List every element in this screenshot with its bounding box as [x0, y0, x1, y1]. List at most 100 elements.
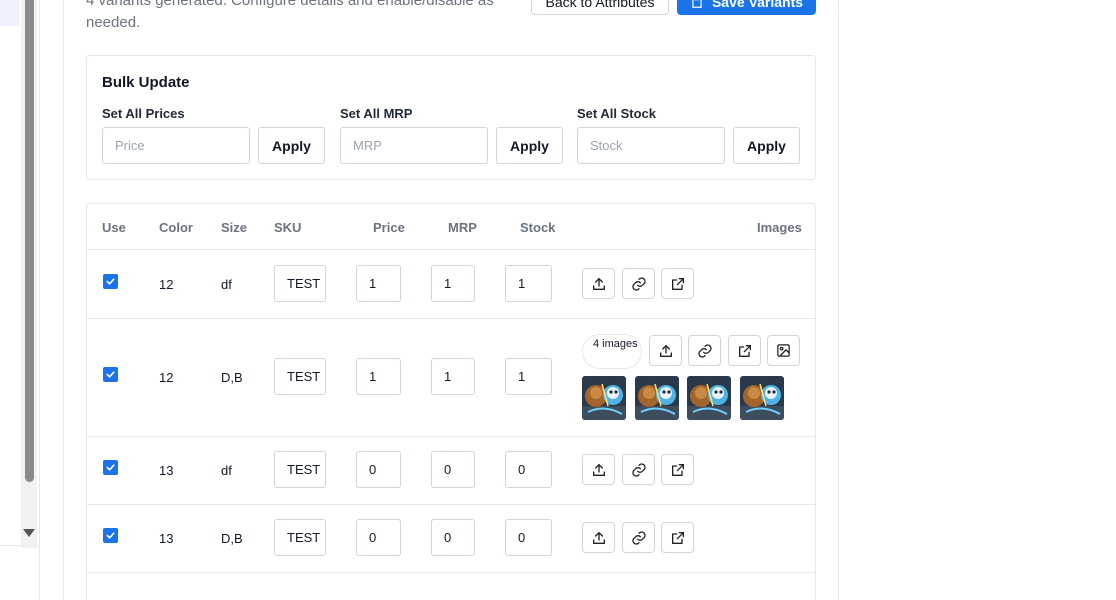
active-nav-item[interactable] — [0, 0, 20, 26]
scroll-down-arrow-icon[interactable] — [23, 529, 35, 537]
column-header-use: Use — [102, 220, 126, 235]
mrp-input[interactable]: 1 — [431, 265, 475, 302]
add-image-url-button[interactable] — [622, 268, 655, 299]
page-subtitle: 4 variants generated. Configure details … — [86, 0, 494, 31]
size-cell: df — [221, 277, 232, 292]
mrp-input[interactable]: 1 — [431, 358, 475, 395]
save-variants-label: Save Variants — [711, 0, 804, 10]
bulk-price-group: Set All Prices Apply — [102, 106, 325, 164]
bulk-stock-input[interactable] — [577, 127, 725, 164]
column-header-mrp: MRP — [448, 220, 477, 235]
row-divider — [87, 504, 815, 505]
column-header-price: Price — [373, 220, 405, 235]
apply-price-button[interactable]: Apply — [258, 127, 325, 164]
view-images-button[interactable] — [767, 335, 800, 366]
open-external-button[interactable] — [661, 268, 694, 299]
link-icon — [697, 343, 712, 358]
variant-image-thumbnail[interactable] — [740, 376, 784, 420]
size-cell: D,B — [221, 370, 243, 385]
upload-image-button[interactable] — [582, 522, 615, 553]
stock-input[interactable]: 0 — [505, 519, 552, 556]
sku-input[interactable]: TEST — [274, 451, 326, 488]
bulk-mrp-input[interactable] — [340, 127, 488, 164]
row-divider — [87, 318, 815, 319]
upload-image-button[interactable] — [649, 335, 682, 366]
link-icon — [631, 276, 646, 291]
price-input[interactable]: 0 — [356, 519, 401, 556]
column-header-stock: Stock — [520, 220, 556, 235]
add-image-url-button[interactable] — [688, 335, 721, 366]
price-input[interactable]: 0 — [356, 451, 401, 488]
column-header-size: Size — [221, 220, 248, 235]
save-icon — [692, 0, 702, 8]
mrp-input[interactable]: 0 — [431, 519, 475, 556]
table-header-divider — [87, 249, 815, 250]
sku-input[interactable]: TEST — [274, 358, 326, 395]
row-divider — [87, 436, 815, 437]
use-checkbox[interactable] — [103, 460, 118, 475]
color-cell: 13 — [159, 531, 174, 546]
add-image-url-button[interactable] — [622, 522, 655, 553]
column-header-sku: SKU — [274, 220, 302, 235]
stock-input[interactable]: 1 — [505, 358, 552, 395]
save-variants-button[interactable]: Save Variants — [677, 0, 816, 15]
bulk-stock-label: Set All Stock — [577, 106, 656, 121]
scrollbar-thumb[interactable] — [25, 0, 34, 482]
color-cell: 13 — [159, 463, 174, 478]
sku-input[interactable]: TEST — [274, 265, 326, 302]
checkmark-icon — [106, 532, 115, 539]
row-divider — [87, 572, 815, 573]
size-cell: df — [221, 463, 232, 478]
mrp-input[interactable]: 0 — [431, 451, 475, 488]
bulk-mrp-label: Set All MRP — [340, 106, 413, 121]
upload-image-button[interactable] — [582, 454, 615, 485]
back-to-attributes-button[interactable]: Back to Attributes — [531, 0, 669, 15]
add-image-url-button[interactable] — [622, 454, 655, 485]
open-external-button[interactable] — [661, 454, 694, 485]
link-icon — [631, 462, 646, 477]
open-external-button[interactable] — [661, 522, 694, 553]
apply-mrp-button[interactable]: Apply — [496, 127, 563, 164]
bulk-mrp-group: Set All MRP Apply — [340, 106, 563, 164]
column-header-images: Images — [757, 220, 802, 235]
stock-input[interactable]: 0 — [505, 451, 552, 488]
size-cell: D,B — [221, 531, 243, 546]
upload-icon — [592, 531, 605, 544]
variants-table: Use Color Size SKU Price MRP Stock Image… — [86, 203, 816, 600]
bulk-stock-group: Set All Stock Apply — [577, 106, 800, 164]
use-checkbox[interactable] — [103, 274, 118, 289]
upload-icon — [592, 277, 605, 290]
use-checkbox[interactable] — [103, 528, 118, 543]
variant-image-thumbnail[interactable] — [687, 376, 731, 420]
variant-image-thumbnail[interactable] — [635, 376, 679, 420]
checkmark-icon — [106, 371, 115, 378]
use-checkbox[interactable] — [103, 367, 118, 382]
price-input[interactable]: 1 — [356, 265, 401, 302]
bulk-price-input[interactable] — [102, 127, 250, 164]
checkmark-icon — [106, 278, 115, 285]
variant-image-thumbnail[interactable] — [582, 376, 626, 420]
thumbnail-image — [635, 376, 679, 420]
external-link-icon — [671, 531, 684, 544]
bulk-price-label: Set All Prices — [102, 106, 185, 121]
link-icon — [631, 530, 646, 545]
external-link-icon — [671, 463, 684, 476]
thumbnail-image — [582, 376, 626, 420]
thumbnail-image — [740, 376, 784, 420]
bulk-update-title: Bulk Update — [102, 74, 190, 91]
external-link-icon — [671, 277, 684, 290]
stock-input[interactable]: 1 — [505, 265, 552, 302]
upload-image-button[interactable] — [582, 268, 615, 299]
images-count-badge[interactable]: 4 images — [582, 334, 642, 369]
sku-input[interactable]: TEST — [274, 519, 326, 556]
color-cell: 12 — [159, 277, 174, 292]
apply-stock-button[interactable]: Apply — [733, 127, 800, 164]
column-header-color: Color — [159, 220, 193, 235]
upload-icon — [659, 344, 672, 357]
price-input[interactable]: 1 — [356, 358, 401, 395]
upload-icon — [592, 463, 605, 476]
external-link-icon — [738, 344, 751, 357]
color-cell: 12 — [159, 370, 174, 385]
open-external-button[interactable] — [728, 335, 761, 366]
image-icon — [777, 344, 790, 357]
